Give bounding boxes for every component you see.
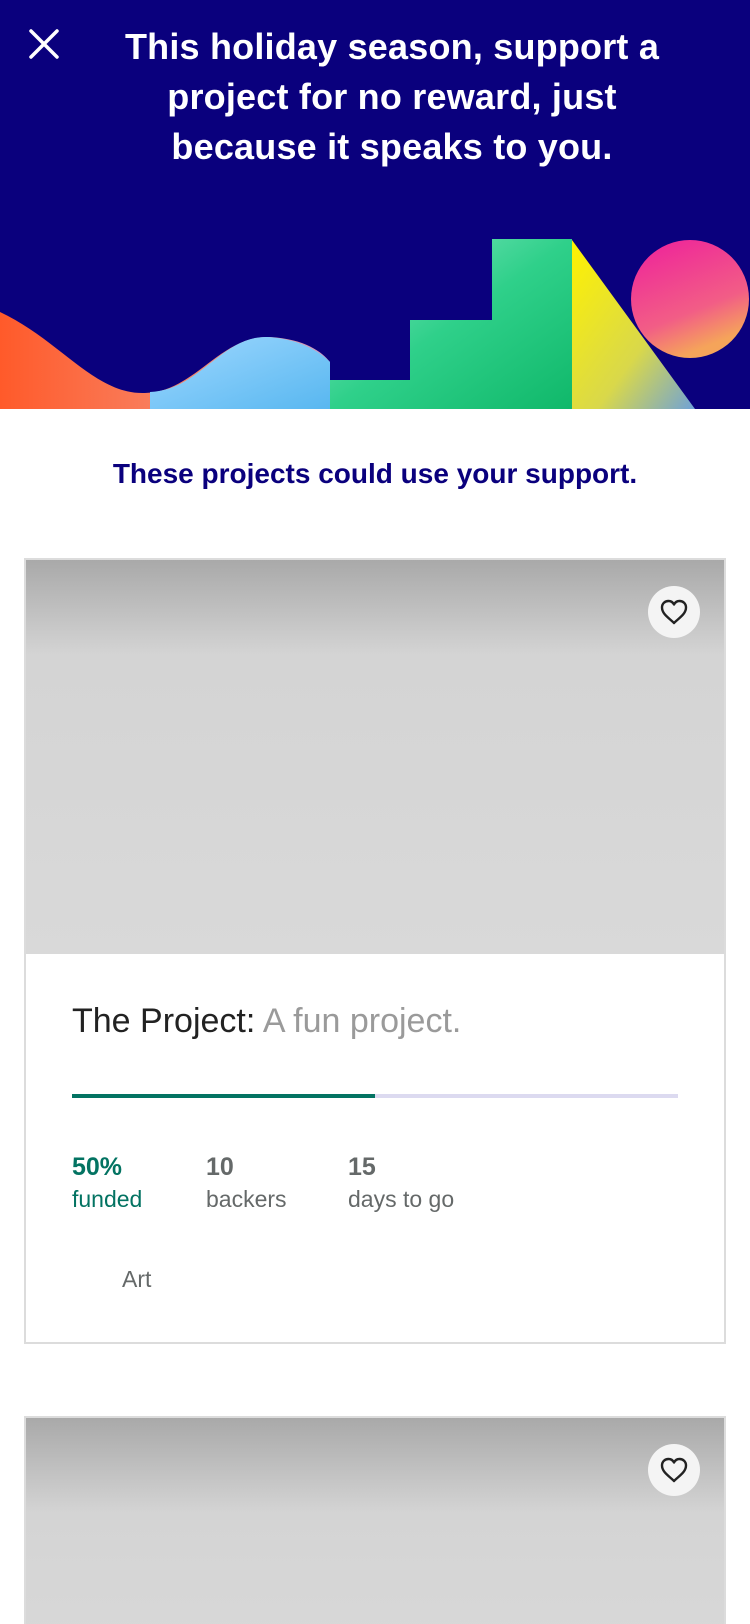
- backers-value: 10: [206, 1153, 234, 1181]
- heart-icon: [660, 599, 688, 625]
- project-name: The Project:: [72, 1002, 256, 1040]
- funded-label: funded: [72, 1186, 143, 1212]
- promo-header: This holiday season, support a project f…: [0, 0, 750, 409]
- close-button[interactable]: [24, 24, 64, 64]
- project-card[interactable]: The Project: A fun project. 50% funded 1…: [24, 558, 726, 1344]
- backers-label: backers: [206, 1186, 287, 1212]
- days-value: 15: [348, 1153, 376, 1181]
- project-blurb: A fun project.: [262, 1002, 462, 1040]
- days-label: days to go: [348, 1186, 455, 1212]
- funding-progress-bar: [72, 1094, 678, 1098]
- project-card[interactable]: [24, 1416, 726, 1624]
- project-image: [26, 1418, 724, 1624]
- funding-progress-fill: [72, 1094, 375, 1098]
- stat-days-to-go: 15 days to go: [348, 1152, 454, 1216]
- project-category[interactable]: Art: [122, 1266, 151, 1293]
- close-icon: [29, 29, 59, 59]
- funded-value: 50%: [72, 1153, 123, 1181]
- section-subtitle: These projects could use your support.: [112, 458, 638, 489]
- stat-funded: 50% funded: [72, 1152, 142, 1216]
- project-title-line[interactable]: The Project: A fun project.: [72, 1002, 461, 1041]
- save-project-button[interactable]: [648, 586, 700, 638]
- stat-backers: 10 backers: [206, 1152, 287, 1216]
- save-project-button[interactable]: [648, 1444, 700, 1496]
- project-image: [26, 560, 724, 954]
- heart-icon: [660, 1457, 688, 1483]
- header-title: This holiday season, support a project f…: [124, 26, 660, 167]
